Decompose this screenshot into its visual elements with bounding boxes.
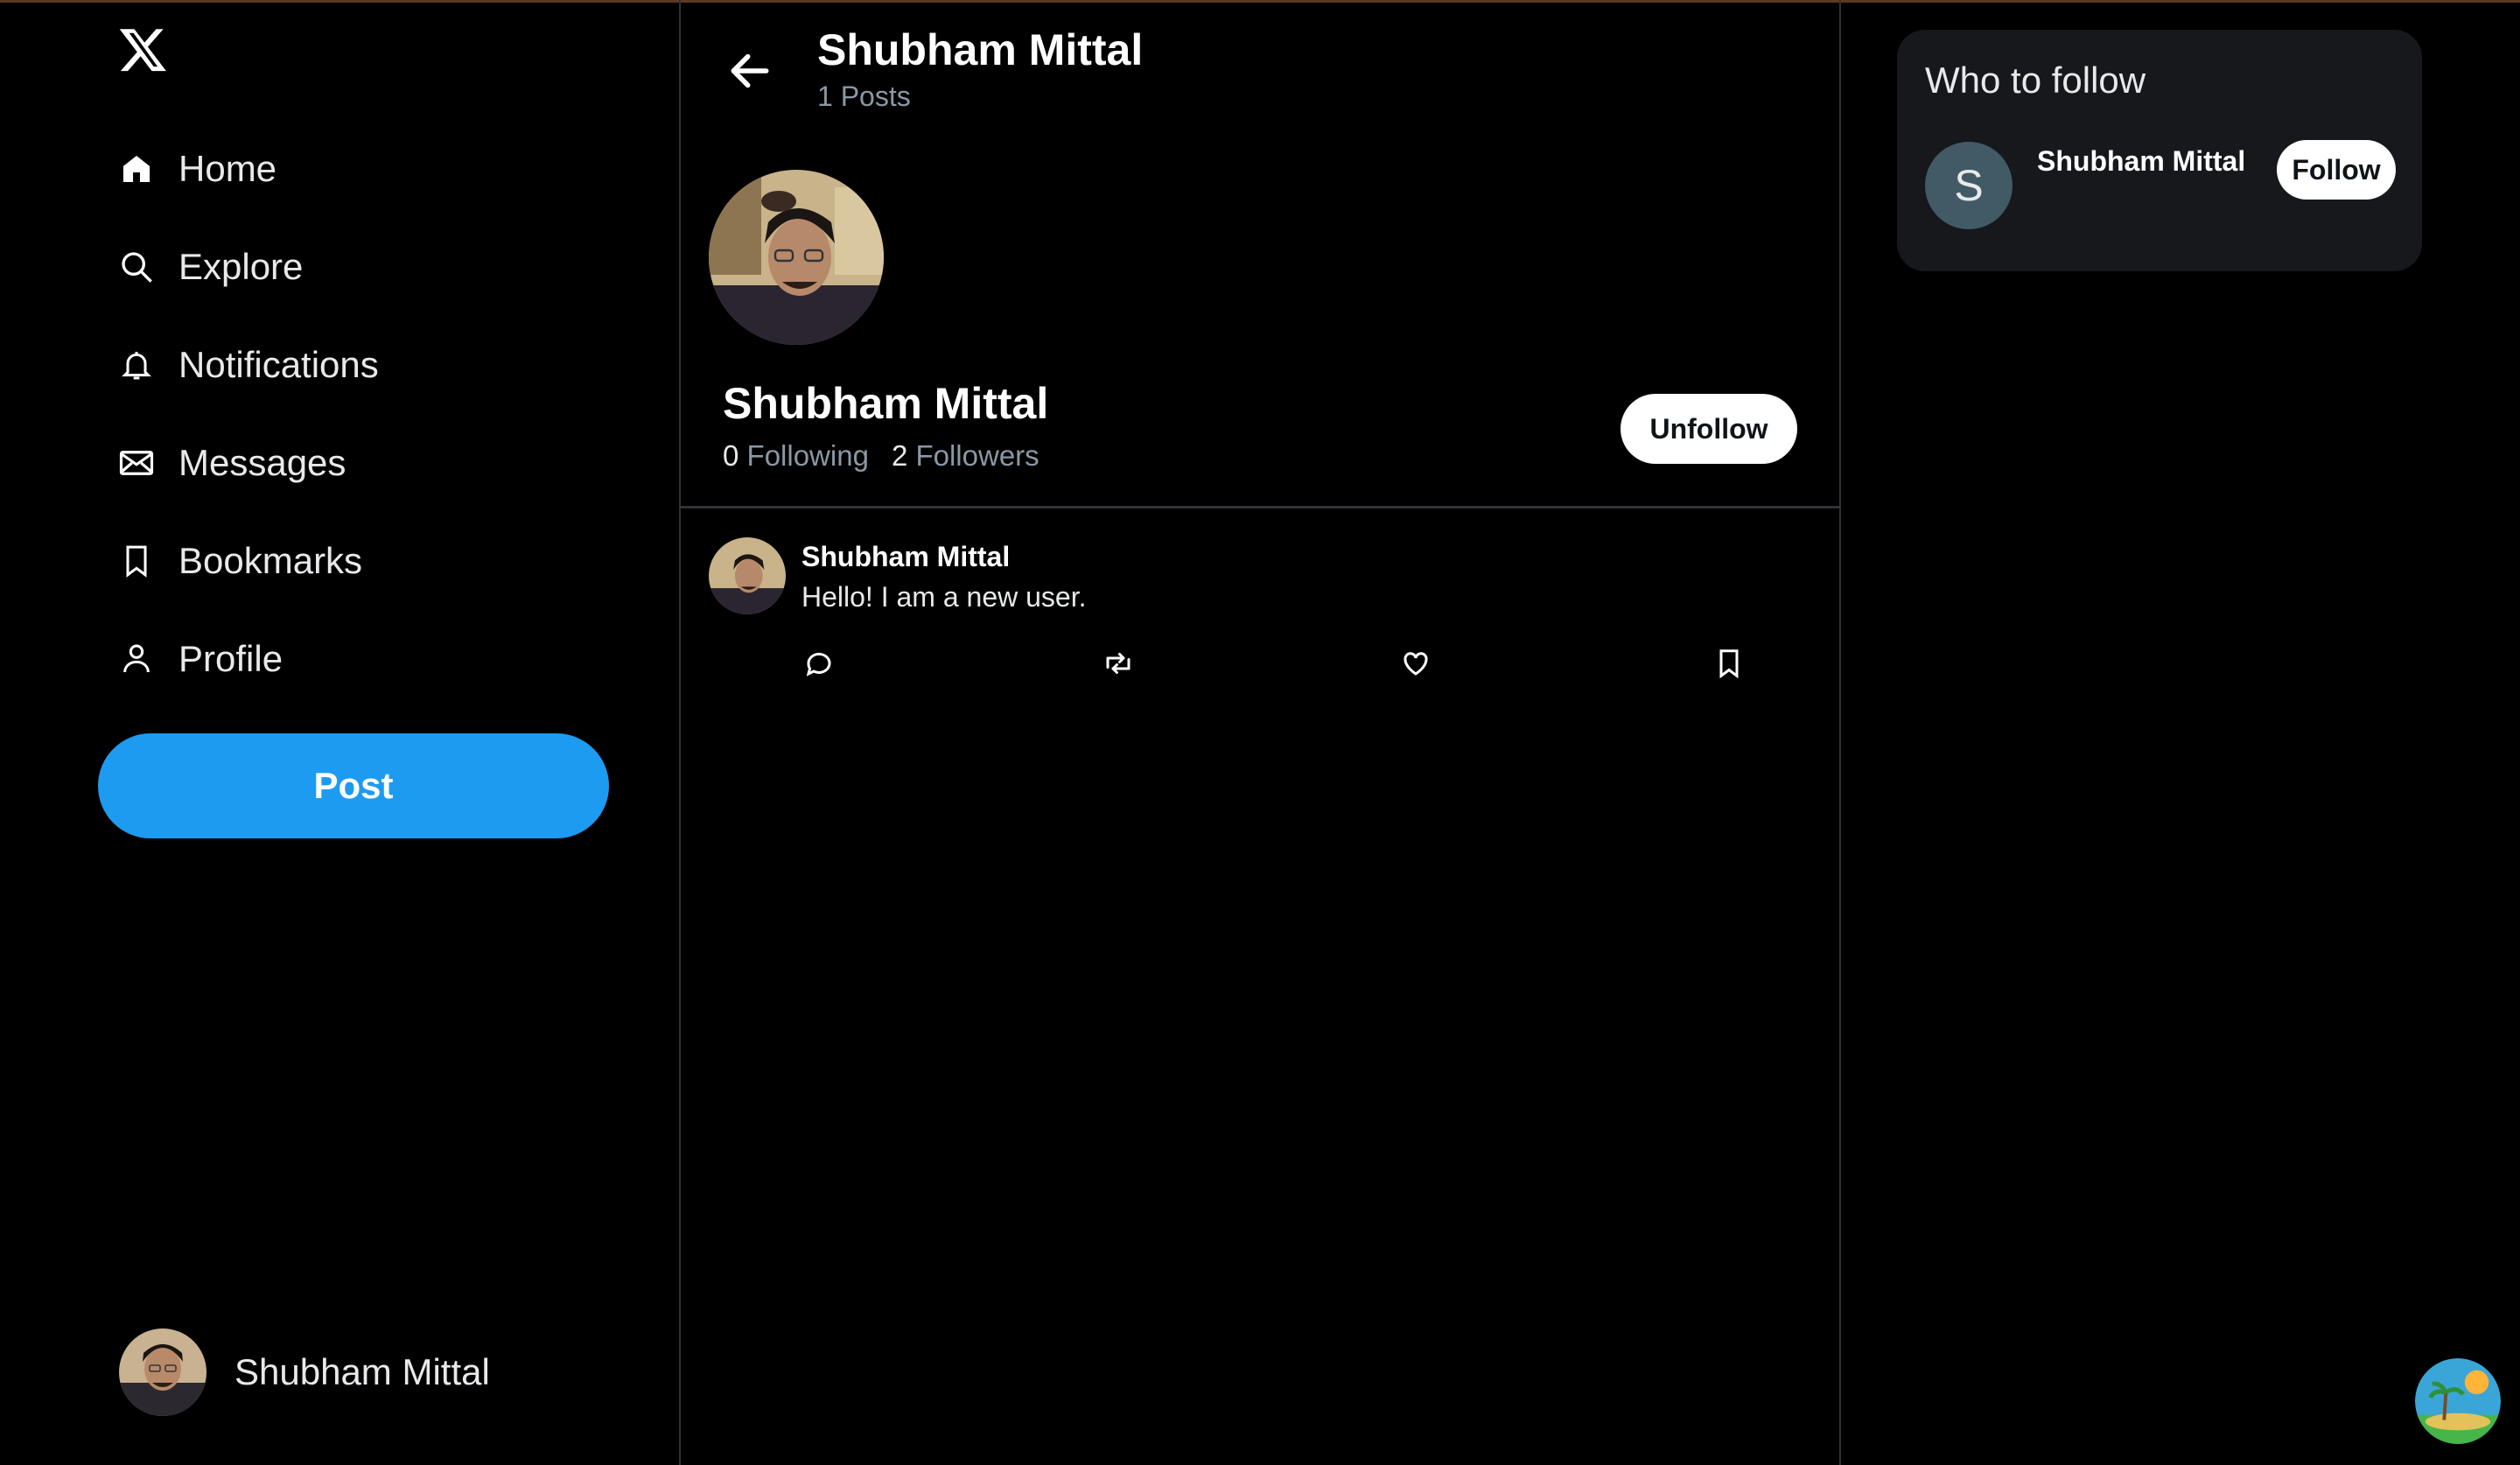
bookmark-button[interactable]	[1708, 642, 1750, 684]
profile-avatar[interactable]	[709, 170, 884, 345]
header-posts-count: 1 Posts	[817, 81, 911, 112]
reply-icon	[806, 652, 831, 676]
reply-button[interactable]	[798, 642, 840, 684]
floating-app-icon[interactable]	[2415, 1358, 2501, 1444]
following-label: Following	[746, 439, 869, 472]
following-count: 0	[723, 439, 739, 472]
repost-icon	[1106, 653, 1130, 674]
nav-bookmarks-label: Bookmarks	[178, 540, 363, 581]
nav-explore-label: Explore	[178, 246, 304, 287]
nav-notifications[interactable]: Notifications	[117, 334, 379, 396]
arrow-left-icon	[731, 53, 769, 88]
nav-home-label: Home	[178, 148, 277, 189]
post-avatar[interactable]	[709, 537, 786, 614]
nav-home[interactable]: Home	[117, 138, 276, 200]
followers-link[interactable]: 2 Followers	[892, 439, 1040, 472]
x-logo-icon[interactable]	[119, 25, 168, 74]
account-name: Shubham Mittal	[234, 1351, 490, 1392]
left-sidebar: Home Explore Notifications Messages Book…	[0, 0, 681, 1465]
search-icon	[117, 248, 156, 286]
nav-profile[interactable]: Profile	[117, 628, 283, 690]
nav-notifications-label: Notifications	[178, 344, 379, 385]
envelope-icon	[117, 444, 156, 482]
person-icon	[117, 640, 156, 678]
like-icon	[1404, 652, 1428, 676]
followers-count: 2	[891, 439, 908, 472]
suggestion-name[interactable]: Shubham Mittal	[2037, 145, 2245, 178]
bookmark-icon	[1719, 649, 1739, 679]
bell-icon	[117, 346, 156, 384]
follow-stats: 0 Following 2 Followers	[723, 439, 1040, 473]
nav-profile-label: Profile	[178, 638, 284, 679]
who-to-follow-card: Who to follow S Shubham Mittal Follow	[1897, 30, 2422, 271]
main-column: Shubham Mittal 1 Posts Shubham Mittal 0 …	[679, 0, 1841, 1465]
post-author[interactable]: Shubham Mittal	[802, 541, 1010, 573]
home-icon	[117, 150, 156, 188]
post-button[interactable]: Post	[98, 733, 609, 838]
followers-label: Followers	[915, 439, 1040, 472]
nav-bookmarks[interactable]: Bookmarks	[117, 530, 362, 592]
header-name: Shubham Mittal	[817, 25, 1144, 74]
nav-explore[interactable]: Explore	[117, 236, 303, 298]
back-button[interactable]	[719, 40, 780, 102]
divider	[679, 506, 1839, 508]
post-text: Hello! I am a new user.	[802, 581, 1087, 613]
bookmark-icon	[117, 542, 156, 580]
nav-messages-label: Messages	[178, 442, 346, 483]
like-button[interactable]	[1395, 642, 1437, 684]
who-to-follow-title: Who to follow	[1925, 60, 2146, 101]
account-avatar	[119, 1328, 206, 1416]
profile-name: Shubham Mittal	[723, 379, 1049, 428]
unfollow-button[interactable]: Unfollow	[1620, 394, 1797, 464]
nav-messages[interactable]: Messages	[117, 432, 346, 494]
following-link[interactable]: 0 Following	[723, 439, 869, 472]
repost-button[interactable]	[1097, 642, 1139, 684]
follow-button[interactable]: Follow	[2277, 140, 2396, 200]
account-switcher[interactable]: Shubham Mittal	[119, 1327, 490, 1418]
suggestion-avatar[interactable]: S	[1925, 142, 2012, 229]
